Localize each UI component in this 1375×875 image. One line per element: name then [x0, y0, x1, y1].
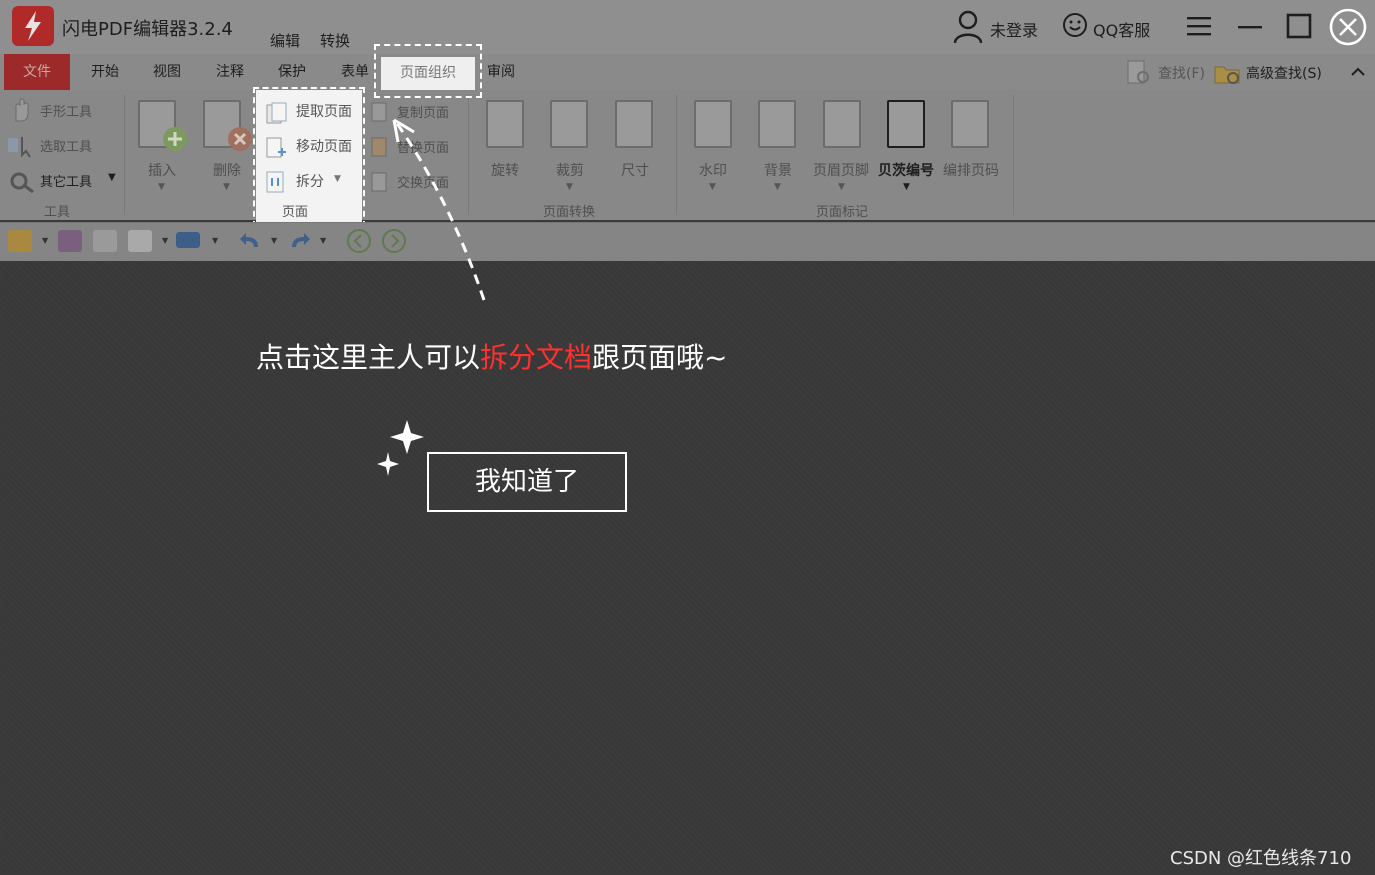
menu-bar: 文件 开始 视图 注释 保护 表单 页面组织 审阅 查找(F) 高级查找(S) [0, 54, 1375, 90]
csdn-watermark: CSDN @红色线条710 [1170, 848, 1352, 869]
tools-group-label: 工具 [44, 205, 71, 220]
convert-group-label: 页面转换 [543, 205, 596, 220]
menu-annotate[interactable]: 注释 [216, 54, 244, 90]
menu-start[interactable]: 开始 [91, 54, 119, 90]
previous-icon[interactable] [346, 228, 372, 254]
page-group-label: 页面 [282, 205, 309, 220]
background-button[interactable]: 背景 [764, 160, 792, 180]
ribbon-separator [124, 95, 125, 215]
menu-review[interactable]: 审阅 [487, 54, 515, 90]
close-icon[interactable] [1328, 7, 1368, 47]
extract-page-icon [266, 102, 287, 124]
smile-icon[interactable] [1062, 12, 1088, 38]
move-page-button[interactable]: 移动页面 [296, 136, 352, 156]
undo-icon[interactable] [238, 229, 264, 253]
tools-gear-icon [10, 172, 34, 194]
size-button[interactable]: 尺寸 [621, 160, 649, 180]
collapse-ribbon-icon[interactable] [1350, 66, 1366, 78]
maximize-icon[interactable] [1285, 8, 1313, 44]
select-tool-button[interactable]: 选取工具 [40, 136, 92, 155]
qq-support-link[interactable]: QQ客服 [1093, 17, 1150, 41]
dashed-arrow-icon [392, 118, 486, 301]
menu-view[interactable]: 视图 [153, 54, 181, 90]
move-page-icon [266, 137, 286, 158]
split-button[interactable]: 拆分 [296, 171, 324, 191]
dropdown-arrow-icon[interactable]: ▼ [42, 236, 48, 245]
find-icon[interactable] [1126, 59, 1152, 87]
redo-icon[interactable] [286, 229, 312, 253]
dropdown-arrow-icon[interactable]: ▼ [162, 236, 168, 245]
ribbon-separator [1013, 95, 1014, 215]
page-organize-tab-highlight [374, 44, 482, 98]
menu-icon[interactable] [1185, 8, 1213, 44]
split-icon [266, 171, 284, 193]
chevron-down-icon[interactable]: ▼ [903, 182, 910, 192]
select-text-icon [8, 137, 31, 158]
tab-convert[interactable]: 转换 [320, 30, 350, 51]
dropdown-arrow-icon[interactable]: ▼ [108, 172, 116, 183]
app-title: 闪电PDF编辑器3.2.4 [62, 19, 233, 40]
chevron-down-icon[interactable]: ▼ [709, 182, 716, 192]
plus-icon [163, 127, 187, 151]
hint-text-start: 点击这里主人可以 [256, 341, 481, 374]
background-icon[interactable] [758, 100, 796, 148]
page-numbering-icon[interactable] [951, 100, 989, 148]
scan-icon[interactable] [176, 232, 200, 248]
watermark-icon[interactable] [694, 100, 732, 148]
print-icon[interactable] [93, 230, 117, 252]
folder-search-icon[interactable] [1213, 59, 1243, 87]
chevron-down-icon[interactable]: ▼ [774, 182, 781, 192]
save-icon[interactable] [58, 230, 82, 252]
hand-tool-button[interactable]: 手形工具 [40, 101, 92, 120]
app-logo-icon [12, 6, 54, 46]
find-button[interactable]: 查找(F) [1158, 63, 1205, 83]
user-icon[interactable] [952, 10, 984, 44]
hint-text-end: 跟页面哦~ [592, 341, 728, 374]
page-group-highlight: 提取页面 移动页面 拆分 ▼ 页面 [253, 87, 365, 227]
ribbon-separator [676, 95, 677, 215]
chevron-down-icon[interactable]: ▼ [158, 182, 165, 192]
hand-icon [15, 98, 29, 122]
insert-button[interactable]: 插入 [148, 160, 176, 180]
header-footer-icon[interactable] [823, 100, 861, 148]
crop-button[interactable]: 裁剪 [556, 160, 584, 180]
quick-toolbar [0, 222, 1375, 261]
menu-file[interactable]: 文件 [4, 54, 70, 90]
guide-hint-text: 点击这里主人可以拆分文档跟页面哦~ [256, 336, 728, 376]
chevron-down-icon[interactable]: ▼ [838, 182, 845, 192]
open-folder-icon[interactable] [8, 230, 32, 252]
bates-number-button[interactable]: 贝茨编号 [878, 160, 934, 180]
sparkle-icon [377, 420, 424, 476]
other-tools-button[interactable]: 其它工具 [40, 171, 92, 190]
delete-button[interactable]: 删除 [213, 160, 241, 180]
split-dropdown-icon[interactable]: ▼ [334, 174, 341, 184]
tab-edit[interactable]: 编辑 [270, 30, 300, 51]
email-icon[interactable] [128, 230, 152, 252]
advanced-find-button[interactable]: 高级查找(S) [1246, 63, 1322, 83]
header-footer-button[interactable]: 页眉页脚 [813, 160, 869, 180]
remove-icon [228, 127, 252, 151]
got-it-button[interactable]: 我知道了 [427, 452, 627, 512]
page-size-icon[interactable] [615, 100, 653, 148]
dropdown-arrow-icon[interactable]: ▼ [212, 236, 218, 245]
watermark-button[interactable]: 水印 [699, 160, 727, 180]
extract-page-button[interactable]: 提取页面 [296, 101, 352, 121]
menu-form[interactable]: 表单 [341, 54, 369, 90]
title-bar: 闪电PDF编辑器3.2.4 编辑 转换 未登录 QQ客服 [0, 0, 1375, 54]
mark-group-label: 页面标记 [816, 205, 869, 220]
bates-number-icon[interactable] [887, 100, 925, 148]
menu-protect[interactable]: 保护 [278, 54, 306, 90]
page-numbering-button[interactable]: 编排页码 [943, 160, 999, 180]
chevron-down-icon[interactable]: ▼ [566, 182, 573, 192]
hint-text-highlight: 拆分文档 [480, 341, 593, 374]
login-link[interactable]: 未登录 [990, 17, 1038, 41]
dropdown-arrow-icon[interactable]: ▼ [271, 236, 277, 245]
chevron-down-icon[interactable]: ▼ [223, 182, 230, 192]
minimize-icon[interactable] [1236, 8, 1264, 44]
crop-icon[interactable] [550, 100, 588, 148]
dropdown-arrow-icon[interactable]: ▼ [320, 236, 326, 245]
